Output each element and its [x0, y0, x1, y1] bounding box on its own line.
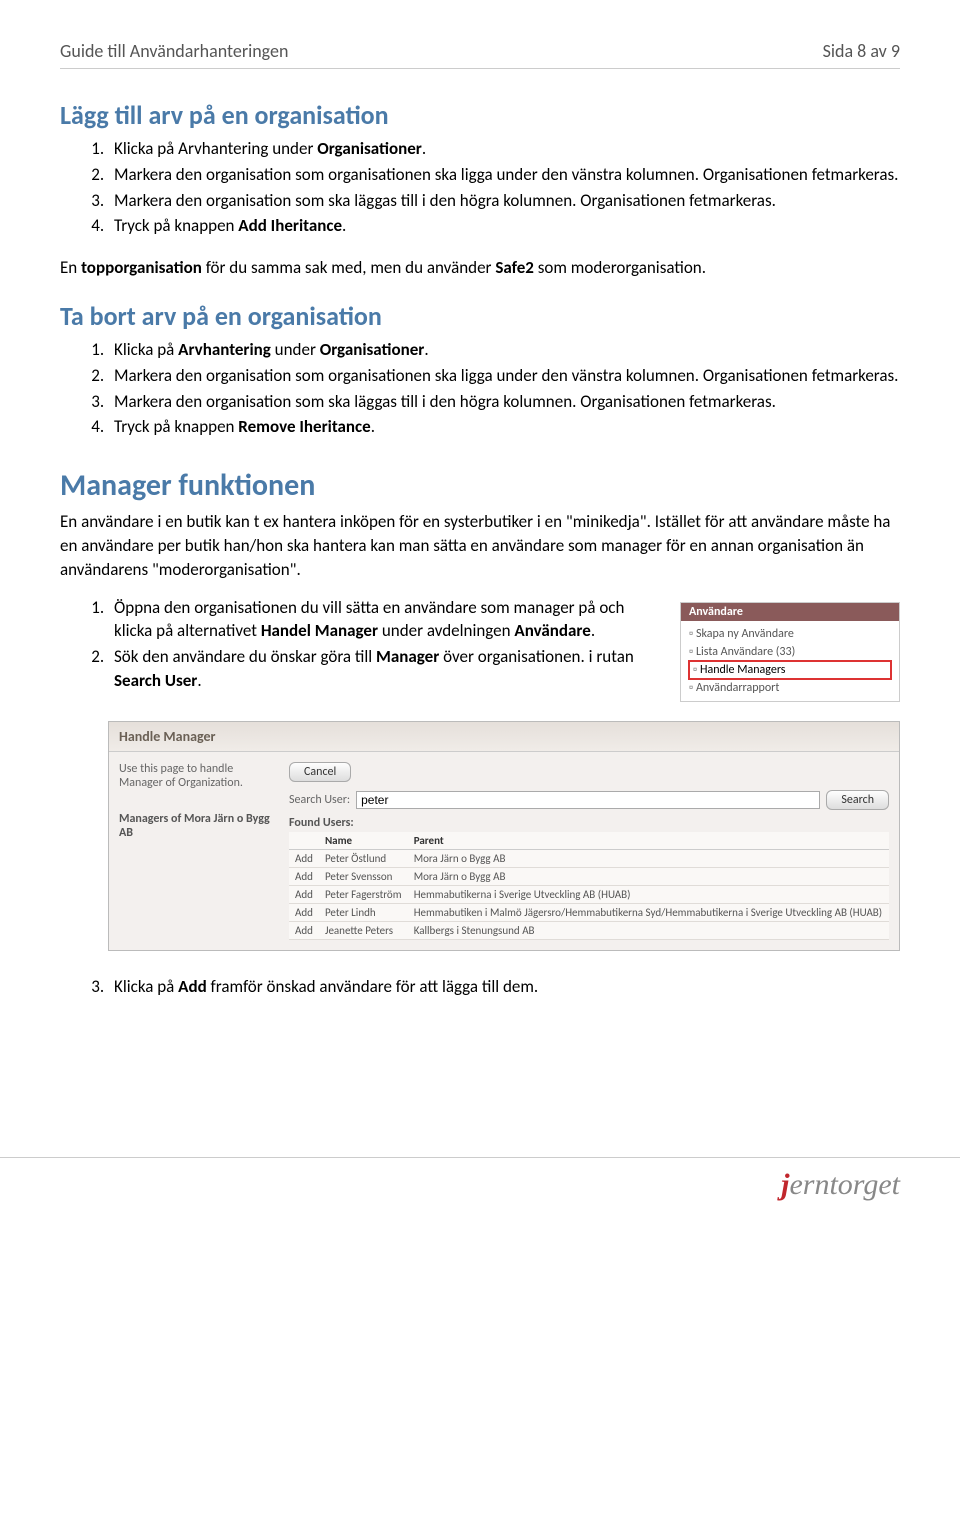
found-users-table: Name Parent AddPeter ÖstlundMora Järn o …	[289, 832, 889, 940]
section-heading-2: Ta bort arv på en organisation	[60, 300, 900, 332]
steps-list-3-cont: Klicka på Add framför önskad användare f…	[108, 975, 900, 999]
shot-description: Use this page to handle Manager of Organ…	[119, 762, 279, 790]
list-item: Markera den organisation som ska läggas …	[108, 390, 900, 414]
list-item: Klicka på Arvhantering under Organisatio…	[108, 338, 900, 362]
page-header: Guide till Användarhanteringen Sida 8 av…	[60, 40, 900, 69]
search-user-input[interactable]	[356, 791, 820, 809]
header-page: Sida 8 av 9	[823, 40, 900, 62]
table-row: AddPeter LindhHemmabutiken i Malmö Jäger…	[289, 903, 889, 921]
add-link[interactable]: Add	[289, 921, 319, 939]
add-link[interactable]: Add	[289, 903, 319, 921]
list-item: Klicka på Add framför önskad användare f…	[108, 975, 900, 999]
user-name: Jeanette Peters	[319, 921, 408, 939]
add-link[interactable]: Add	[289, 885, 319, 903]
user-parent: Kallbergs i Stenungsund AB	[408, 921, 889, 939]
table-header: Name	[319, 832, 408, 850]
sidebar-item[interactable]: Användarrapport	[689, 679, 891, 697]
list-item: Tryck på knappen Remove Iheritance.	[108, 415, 900, 439]
header-title: Guide till Användarhanteringen	[60, 40, 288, 62]
side-panel-anvandare: Användare Skapa ny Användare Lista Använ…	[680, 602, 900, 702]
section-heading-1: Lägg till arv på en organisation	[60, 99, 900, 131]
table-row: AddPeter ÖstlundMora Järn o Bygg AB	[289, 849, 889, 867]
jerntorget-logo: jerntorget	[0, 1158, 960, 1222]
search-button[interactable]: Search	[826, 790, 889, 810]
user-parent: Mora Järn o Bygg AB	[408, 849, 889, 867]
user-name: Peter Lindh	[319, 903, 408, 921]
section-heading-3: Manager funktionen	[60, 467, 900, 504]
note-paragraph: En topporganisation för du samma sak med…	[60, 256, 900, 280]
add-link[interactable]: Add	[289, 849, 319, 867]
list-item: Markera den organisation som organisatio…	[108, 163, 900, 187]
intro-paragraph: En användare i en butik kan t ex hantera…	[60, 510, 900, 581]
steps-list-1: Klicka på Arvhantering under Organisatio…	[108, 137, 900, 238]
shot-title: Handle Manager	[109, 722, 899, 752]
table-row: AddJeanette PetersKallbergs i Stenungsun…	[289, 921, 889, 939]
table-row: AddPeter FagerströmHemmabutikerna i Sver…	[289, 885, 889, 903]
sidebar-item[interactable]: Skapa ny Användare	[689, 625, 891, 643]
add-link[interactable]: Add	[289, 867, 319, 885]
list-item: Öppna den organisationen du vill sätta e…	[108, 596, 660, 644]
found-users-label: Found Users:	[289, 816, 889, 830]
search-label: Search User:	[289, 793, 350, 807]
list-item: Sök den användare du önskar göra till Ma…	[108, 645, 660, 693]
user-name: Peter Fagerström	[319, 885, 408, 903]
list-item: Klicka på Arvhantering under Organisatio…	[108, 137, 900, 161]
steps-list-3: Öppna den organisationen du vill sätta e…	[108, 596, 660, 693]
list-item: Markera den organisation som ska läggas …	[108, 189, 900, 213]
table-row: AddPeter SvenssonMora Järn o Bygg AB	[289, 867, 889, 885]
user-name: Peter Svensson	[319, 867, 408, 885]
table-header: Parent	[408, 832, 889, 850]
sidebar-item[interactable]: Lista Användare (33)	[689, 643, 891, 661]
list-item: Tryck på knappen Add Iheritance.	[108, 214, 900, 238]
user-parent: Hemmabutikerna i Sverige Utveckling AB (…	[408, 885, 889, 903]
list-item: Markera den organisation som organisatio…	[108, 364, 900, 388]
table-header	[289, 832, 319, 850]
side-panel-header: Användare	[681, 603, 899, 621]
managers-of-label: Managers of Mora Järn o Bygg AB	[119, 812, 279, 840]
steps-list-2: Klicka på Arvhantering under Organisatio…	[108, 338, 900, 439]
sidebar-item-handle-managers[interactable]: Handle Managers	[689, 661, 891, 679]
user-parent: Hemmabutiken i Malmö Jägersro/Hemmabutik…	[408, 903, 889, 921]
cancel-button[interactable]: Cancel	[289, 762, 351, 782]
handle-manager-screenshot: Handle Manager Use this page to handle M…	[108, 721, 900, 951]
user-parent: Mora Järn o Bygg AB	[408, 867, 889, 885]
user-name: Peter Östlund	[319, 849, 408, 867]
